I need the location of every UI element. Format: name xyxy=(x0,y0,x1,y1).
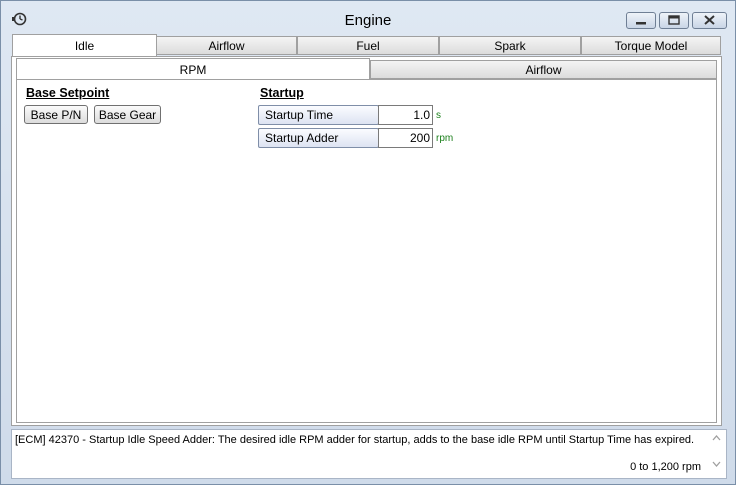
maximize-button[interactable] xyxy=(659,12,689,29)
tab-torque-model[interactable]: Torque Model xyxy=(581,36,721,55)
maximize-icon xyxy=(668,14,680,28)
minimize-button[interactable] xyxy=(626,12,656,29)
parameter-range: 0 to 1,200 rpm xyxy=(630,461,701,473)
tab-fuel[interactable]: Fuel xyxy=(297,36,439,55)
base-setpoint-title: Base Setpoint xyxy=(26,86,110,100)
startup-time-input[interactable]: 1.0 xyxy=(378,105,433,125)
startup-time-unit: s xyxy=(436,110,441,121)
startup-adder-label[interactable]: Startup Adder xyxy=(258,128,379,148)
tab-spark[interactable]: Spark xyxy=(439,36,581,55)
chevron-down-icon[interactable] xyxy=(712,459,721,470)
parameter-description: [ECM] 42370 - Startup Idle Speed Adder: … xyxy=(15,434,695,446)
description-box[interactable]: [ECM] 42370 - Startup Idle Speed Adder: … xyxy=(11,429,727,479)
startup-adder-input[interactable]: 200 xyxy=(378,128,433,148)
engine-window: Engine Idle Airflow Fuel Spark Torque Mo… xyxy=(0,0,736,485)
base-pn-button[interactable]: Base P/N xyxy=(24,105,88,124)
tab-airflow[interactable]: Airflow xyxy=(156,36,297,55)
title-bar[interactable]: Engine xyxy=(1,1,735,33)
startup-time-label[interactable]: Startup Time xyxy=(258,105,379,125)
window-title: Engine xyxy=(344,12,392,29)
close-button[interactable] xyxy=(692,12,727,29)
startup-adder-unit: rpm xyxy=(436,133,454,144)
chevron-up-icon[interactable] xyxy=(712,433,721,444)
tab-idle[interactable]: Idle xyxy=(12,34,157,57)
rpm-panel: Base Setpoint Base P/N Base Gear Startup… xyxy=(16,79,717,423)
close-icon xyxy=(704,14,715,28)
base-gear-button[interactable]: Base Gear xyxy=(94,105,161,124)
minimize-icon xyxy=(636,14,646,28)
startup-title: Startup xyxy=(260,86,304,100)
subtab-rpm[interactable]: RPM xyxy=(16,58,370,80)
subtab-airflow[interactable]: Airflow xyxy=(370,60,717,79)
